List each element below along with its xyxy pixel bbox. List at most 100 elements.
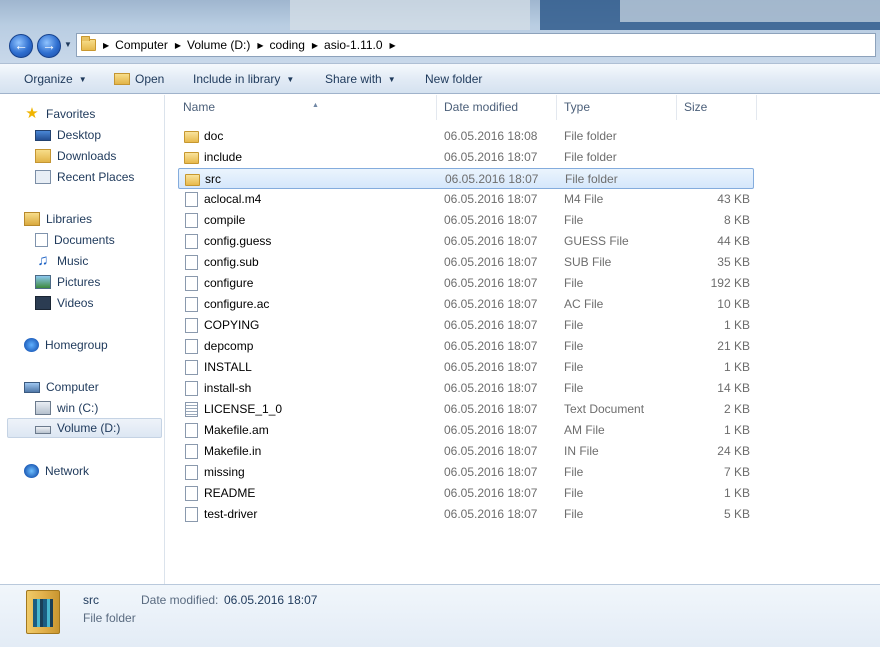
nav-favorites[interactable]: ★ Favorites xyxy=(24,104,95,124)
nav-recent-places[interactable]: Recent Places xyxy=(35,167,134,187)
column-label: Date modified xyxy=(444,100,519,114)
nav-label: Libraries xyxy=(46,212,93,226)
table-row[interactable]: Makefile.am 06.05.2016 18:07 AM File 1 KB xyxy=(178,420,754,441)
table-row[interactable]: doc 06.05.2016 18:08 File folder xyxy=(178,126,754,147)
documents-icon xyxy=(35,233,48,247)
file-name: depcomp xyxy=(204,339,254,353)
file-size: 1 KB xyxy=(723,423,750,437)
nav-computer[interactable]: Computer xyxy=(24,377,99,397)
file-size xyxy=(678,147,750,168)
star-icon: ★ xyxy=(25,105,39,122)
file-icon xyxy=(185,507,198,522)
desktop-icon xyxy=(35,129,51,141)
file-size: 21 KB xyxy=(717,339,750,353)
file-type: Text Document xyxy=(564,402,645,416)
table-row[interactable]: aclocal.m4 06.05.2016 18:07 M4 File 43 KB xyxy=(178,189,754,210)
sort-ascending-icon: ▲ xyxy=(312,102,319,109)
file-type: File folder xyxy=(564,129,617,143)
file-name: README xyxy=(204,486,256,500)
nav-videos[interactable]: Videos xyxy=(35,293,93,313)
column-header-size[interactable]: Size xyxy=(677,95,757,120)
back-button[interactable]: ← xyxy=(9,34,33,58)
column-header-name[interactable]: Name ▲ xyxy=(176,95,437,120)
table-row[interactable]: Makefile.in 06.05.2016 18:07 IN File 24 KB xyxy=(178,441,754,462)
table-row[interactable]: configure.ac 06.05.2016 18:07 AC File 10 KB xyxy=(178,294,754,315)
table-row[interactable]: missing 06.05.2016 18:07 File 7 KB xyxy=(178,462,754,483)
forward-button[interactable]: → xyxy=(37,34,61,58)
table-row[interactable]: test-driver 06.05.2016 18:07 File 5 KB xyxy=(178,504,754,525)
file-icon xyxy=(185,276,198,291)
file-icon xyxy=(185,192,198,207)
chevron-right-icon[interactable]: ▶ xyxy=(390,41,396,50)
nav-desktop[interactable]: Desktop xyxy=(35,125,101,145)
open-label: Open xyxy=(135,72,165,86)
table-row[interactable]: src 06.05.2016 18:07 File folder xyxy=(178,168,754,189)
nav-drive-c[interactable]: win (C:) xyxy=(35,398,98,418)
navigation-pane: ★ Favorites Desktop Downloads Recent Pla… xyxy=(0,95,165,584)
table-row[interactable]: configure 06.05.2016 18:07 File 192 KB xyxy=(178,273,754,294)
file-type: File xyxy=(564,381,584,395)
breadcrumb-coding[interactable]: coding xyxy=(270,38,305,52)
table-row[interactable]: install-sh 06.05.2016 18:07 File 14 KB xyxy=(178,378,754,399)
column-header-type[interactable]: Type xyxy=(557,95,677,120)
folder-large-icon xyxy=(26,590,60,634)
file-size: 1 KB xyxy=(723,486,750,500)
open-button[interactable]: Open xyxy=(114,72,164,86)
table-row[interactable]: depcomp 06.05.2016 18:07 File 21 KB xyxy=(178,336,754,357)
nav-downloads[interactable]: Downloads xyxy=(35,146,116,166)
chevron-right-icon[interactable]: ▶ xyxy=(103,41,109,50)
address-bar[interactable]: ▶ Computer ▶ Volume (D:) ▶ coding ▶ asio… xyxy=(76,33,876,57)
organize-button[interactable]: Organize ▼ xyxy=(24,72,87,86)
nav-libraries[interactable]: Libraries xyxy=(24,209,92,229)
table-row[interactable]: compile 06.05.2016 18:07 File 8 KB xyxy=(178,210,754,231)
nav-homegroup[interactable]: Homegroup xyxy=(24,335,108,355)
details-date-value: 06.05.2016 18:07 xyxy=(224,593,318,607)
file-size xyxy=(679,169,751,190)
nav-drive-d[interactable]: Volume (D:) xyxy=(7,418,162,438)
file-name: config.sub xyxy=(204,255,259,269)
music-note-icon: ♫ xyxy=(37,252,49,269)
file-type: File xyxy=(564,465,584,479)
table-row[interactable]: include 06.05.2016 18:07 File folder xyxy=(178,147,754,168)
file-name: configure.ac xyxy=(204,297,270,311)
nav-documents[interactable]: Documents xyxy=(35,230,115,250)
file-date-modified: 06.05.2016 18:07 xyxy=(444,150,538,164)
file-size: 192 KB xyxy=(710,276,750,290)
file-date-modified: 06.05.2016 18:07 xyxy=(444,192,538,206)
nav-music[interactable]: ♫ Music xyxy=(35,251,88,271)
table-row[interactable]: config.guess 06.05.2016 18:07 GUESS File 44… xyxy=(178,231,754,252)
window-title-area: ← → ▼ ▶ Computer ▶ Volume (D:) ▶ coding … xyxy=(0,0,880,63)
file-type: AM File xyxy=(564,423,605,437)
folder-icon xyxy=(184,152,199,164)
breadcrumb-asio[interactable]: asio-1.11.0 xyxy=(324,38,382,52)
file-type: File folder xyxy=(565,172,618,186)
share-with-button[interactable]: Share with ▼ xyxy=(325,72,396,86)
column-headers: Name ▲ Date modified Type Size xyxy=(166,95,880,120)
chevron-right-icon[interactable]: ▶ xyxy=(312,41,318,50)
nav-pictures[interactable]: Pictures xyxy=(35,272,100,292)
new-folder-button[interactable]: New folder xyxy=(425,72,482,86)
nav-label: Music xyxy=(57,254,89,268)
file-date-modified: 06.05.2016 18:07 xyxy=(444,360,538,374)
file-date-modified: 06.05.2016 18:07 xyxy=(444,486,538,500)
table-row[interactable]: COPYING 06.05.2016 18:07 File 1 KB xyxy=(178,315,754,336)
file-name: doc xyxy=(204,129,224,143)
table-row[interactable]: INSTALL 06.05.2016 18:07 File 1 KB xyxy=(178,357,754,378)
file-date-modified: 06.05.2016 18:07 xyxy=(445,172,539,186)
file-name: Makefile.am xyxy=(204,423,269,437)
chevron-right-icon[interactable]: ▶ xyxy=(257,41,263,50)
breadcrumb-volume-d[interactable]: Volume (D:) xyxy=(187,38,250,52)
file-date-modified: 06.05.2016 18:07 xyxy=(444,423,538,437)
file-type: SUB File xyxy=(564,255,612,269)
breadcrumb-computer[interactable]: Computer xyxy=(115,38,168,52)
file-name: aclocal.m4 xyxy=(204,192,262,206)
recent-pages-dropdown[interactable]: ▼ xyxy=(64,40,72,49)
column-header-date-modified[interactable]: Date modified xyxy=(437,95,557,120)
include-in-library-button[interactable]: Include in library ▼ xyxy=(193,72,294,86)
chevron-right-icon[interactable]: ▶ xyxy=(175,41,181,50)
nav-network[interactable]: Network xyxy=(24,461,89,481)
file-size: 44 KB xyxy=(717,234,750,248)
table-row[interactable]: config.sub 06.05.2016 18:07 SUB File 35 KB xyxy=(178,252,754,273)
table-row[interactable]: LICENSE_1_0 06.05.2016 18:07 Text Document… xyxy=(178,399,754,420)
table-row[interactable]: README 06.05.2016 18:07 File 1 KB xyxy=(178,483,754,504)
